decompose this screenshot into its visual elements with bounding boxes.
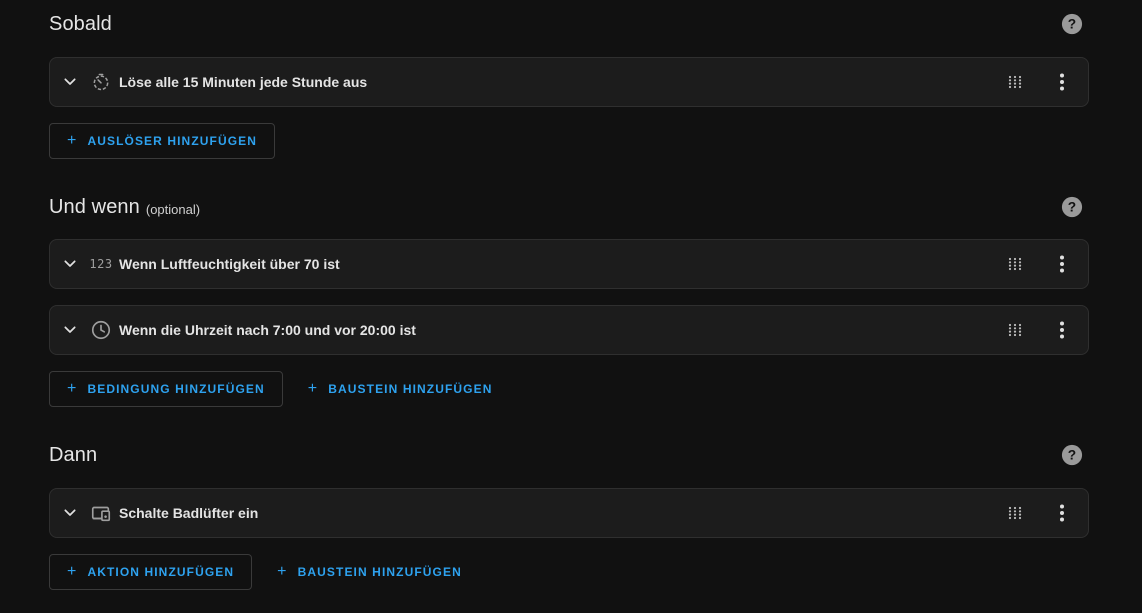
action-buttons: + AKTION HINZUFÜGEN + BAUSTEIN HINZUFÜGE… bbox=[49, 554, 480, 590]
svg-text:?: ? bbox=[1068, 17, 1076, 32]
devices-icon bbox=[90, 502, 112, 524]
chevron-down-icon[interactable] bbox=[62, 505, 78, 521]
action-card[interactable]: Schalte Badlüfter ein bbox=[49, 488, 1089, 538]
condition-card[interactable]: 123 Wenn Luftfeuchtigkeit über 70 ist bbox=[49, 239, 1089, 289]
condition-section-header: Und wenn (optional) ? bbox=[49, 191, 1089, 223]
more-vert-icon[interactable] bbox=[1052, 503, 1072, 523]
drag-handle-icon[interactable] bbox=[1008, 257, 1022, 271]
chevron-down-icon[interactable] bbox=[62, 322, 78, 338]
timer-outline-icon bbox=[90, 71, 112, 93]
add-trigger-button[interactable]: + AUSLÖSER HINZUFÜGEN bbox=[49, 123, 276, 159]
condition-card[interactable]: Wenn die Uhrzeit nach 7:00 und vor 20:00… bbox=[49, 305, 1089, 355]
condition-section: Und wenn (optional) ? 123 Wenn Luftfeuch… bbox=[49, 191, 1089, 407]
more-vert-icon[interactable] bbox=[1052, 72, 1072, 92]
action-section-header: Dann ? bbox=[49, 439, 1089, 471]
help-icon[interactable]: ? bbox=[1061, 196, 1083, 218]
plus-icon: + bbox=[67, 131, 78, 149]
condition-label: Wenn Luftfeuchtigkeit über 70 ist bbox=[119, 256, 340, 272]
svg-text:?: ? bbox=[1068, 448, 1076, 463]
add-action-button[interactable]: + AKTION HINZUFÜGEN bbox=[49, 554, 253, 590]
trigger-buttons: + AUSLÖSER HINZUFÜGEN bbox=[49, 123, 276, 159]
svg-text:?: ? bbox=[1068, 200, 1076, 215]
help-icon[interactable]: ? bbox=[1061, 444, 1083, 466]
chevron-down-icon[interactable] bbox=[62, 74, 78, 90]
drag-handle-icon[interactable] bbox=[1008, 506, 1022, 520]
condition-buttons: + BEDINGUNG HINZUFÜGEN + BAUSTEIN HINZUF… bbox=[49, 371, 510, 407]
more-vert-icon[interactable] bbox=[1052, 254, 1072, 274]
trigger-section-header: Sobald ? bbox=[49, 8, 1089, 40]
section-title: Und wenn bbox=[49, 195, 140, 218]
action-label: Schalte Badlüfter ein bbox=[119, 505, 259, 521]
chevron-down-icon[interactable] bbox=[62, 256, 78, 272]
plus-icon: + bbox=[67, 562, 78, 580]
add-condition-button[interactable]: + BEDINGUNG HINZUFÜGEN bbox=[49, 371, 283, 407]
trigger-section: Sobald ? Löse alle 15 Minuten jede Stund… bbox=[49, 8, 1089, 159]
action-section: Dann ? Schalte Badlüfter ein + AKTION HI… bbox=[49, 439, 1089, 590]
numeric-icon: 123 bbox=[89, 257, 113, 271]
section-title: Sobald bbox=[49, 12, 112, 35]
clock-outline-icon bbox=[90, 319, 112, 341]
plus-icon: + bbox=[67, 379, 78, 397]
more-vert-icon[interactable] bbox=[1052, 320, 1072, 340]
add-building-block-button[interactable]: + BAUSTEIN HINZUFÜGEN bbox=[290, 372, 511, 406]
condition-label: Wenn die Uhrzeit nach 7:00 und vor 20:00… bbox=[119, 322, 416, 338]
trigger-card[interactable]: Löse alle 15 Minuten jede Stunde aus bbox=[49, 57, 1089, 107]
add-building-block-button[interactable]: + BAUSTEIN HINZUFÜGEN bbox=[259, 555, 480, 589]
section-title: Dann bbox=[49, 443, 98, 466]
plus-icon: + bbox=[307, 379, 319, 397]
trigger-label: Löse alle 15 Minuten jede Stunde aus bbox=[119, 74, 368, 90]
drag-handle-icon[interactable] bbox=[1008, 323, 1022, 337]
help-icon[interactable]: ? bbox=[1061, 13, 1083, 35]
plus-icon: + bbox=[277, 562, 288, 580]
section-optional-label: (optional) bbox=[145, 201, 201, 217]
drag-handle-icon[interactable] bbox=[1008, 75, 1022, 89]
